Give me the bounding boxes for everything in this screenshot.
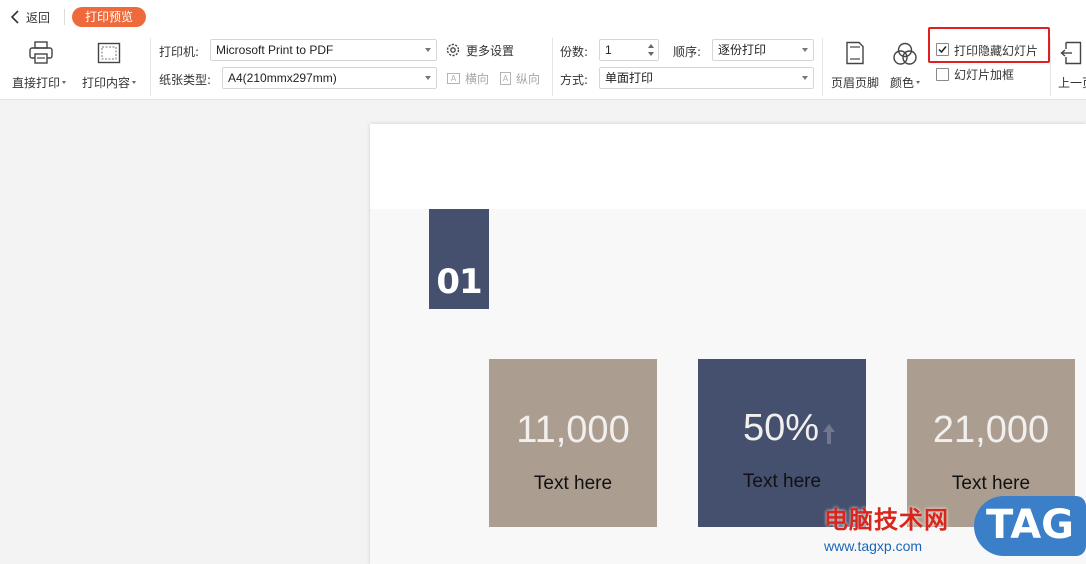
stat-caption: Text here bbox=[742, 471, 822, 492]
landscape-label: 横向 bbox=[465, 71, 490, 86]
stat-caption: Text here bbox=[533, 473, 613, 494]
gear-icon bbox=[446, 43, 460, 57]
color-circles-icon bbox=[893, 42, 917, 65]
paper-type-select[interactable]: A4(210mmx297mm) bbox=[222, 67, 437, 89]
method-label: 方式: bbox=[560, 73, 589, 87]
stat-tile-1: 11,000 Text here bbox=[489, 359, 657, 527]
portrait-label: 纵向 bbox=[516, 71, 541, 86]
watermark-logo-text: TAG bbox=[986, 502, 1074, 548]
method-value: 单面打印 bbox=[605, 71, 654, 85]
slide-frame-option[interactable]: 幻灯片加框 bbox=[936, 66, 1036, 84]
paper-type-label: 纸张类型: bbox=[159, 73, 212, 87]
order-value: 逐份打印 bbox=[718, 43, 767, 57]
stepper-up-icon[interactable] bbox=[648, 44, 654, 48]
printer-icon bbox=[29, 41, 53, 64]
dropdown-arrow-icon bbox=[802, 48, 808, 52]
print-content-label: 打印内容 bbox=[82, 76, 131, 90]
chevron-left-icon bbox=[10, 10, 19, 24]
header-footer-icon bbox=[846, 41, 864, 65]
portrait-icon: A bbox=[500, 71, 511, 85]
caret-down-icon bbox=[62, 80, 67, 84]
stat-value: 11,000 bbox=[516, 409, 630, 451]
landscape-button[interactable]: A 横向 bbox=[447, 69, 489, 87]
more-settings-button[interactable]: 更多设置 bbox=[445, 40, 514, 60]
watermark: 电脑技术网 www.tagxp.com TAG bbox=[820, 494, 1086, 564]
direct-print-button[interactable]: 直接打印 bbox=[8, 38, 74, 92]
divider bbox=[552, 38, 553, 96]
divider bbox=[822, 38, 823, 96]
landscape-icon: A bbox=[447, 72, 460, 84]
copies-label: 份数: bbox=[560, 45, 589, 59]
direct-print-label: 直接打印 bbox=[12, 76, 61, 90]
print-toolbar: 直接打印 打印内容 打印机: Microsoft Print to PDF 更多… bbox=[0, 27, 1086, 100]
watermark-site-name: 电脑技术网 bbox=[824, 506, 949, 534]
printer-label: 打印机: bbox=[159, 45, 200, 59]
section-number-block: 01 bbox=[429, 209, 489, 309]
divider bbox=[64, 9, 65, 25]
watermark-logo: TAG bbox=[974, 496, 1086, 556]
copies-stepper[interactable]: 1 bbox=[599, 39, 659, 61]
stat-value: 21,000 bbox=[932, 409, 1050, 451]
header-footer-label: 页眉页脚 bbox=[831, 76, 880, 90]
printer-value: Microsoft Print to PDF bbox=[216, 43, 334, 57]
prev-page-icon bbox=[1060, 41, 1082, 65]
print-preview-badge: 打印预览 bbox=[72, 7, 146, 27]
stat-caption: Text here bbox=[951, 473, 1031, 494]
dropdown-arrow-icon bbox=[425, 76, 431, 80]
more-settings-label: 更多设置 bbox=[466, 43, 515, 58]
slide-frame-checkbox[interactable] bbox=[936, 68, 949, 81]
up-arrow-icon bbox=[823, 424, 835, 444]
method-select[interactable]: 单面打印 bbox=[599, 67, 814, 89]
highlight-box bbox=[928, 27, 1050, 63]
header-footer-button[interactable]: 页眉页脚 bbox=[828, 38, 882, 92]
stat-value: 50% bbox=[742, 407, 820, 449]
caret-down-icon bbox=[916, 80, 921, 84]
back-button[interactable]: 返回 bbox=[10, 8, 50, 26]
print-preview-label: 打印预览 bbox=[84, 10, 133, 24]
prev-page-button[interactable]: 上一页 bbox=[1056, 38, 1086, 92]
divider bbox=[150, 38, 151, 96]
print-content-button[interactable]: 打印内容 bbox=[80, 38, 142, 92]
order-label: 顺序: bbox=[673, 45, 702, 59]
order-select[interactable]: 逐份打印 bbox=[712, 39, 814, 61]
copies-value: 1 bbox=[605, 43, 612, 57]
stepper-down-icon[interactable] bbox=[648, 52, 654, 56]
paper-type-value: A4(210mmx297mm) bbox=[228, 71, 337, 85]
portrait-button[interactable]: A 纵向 bbox=[500, 69, 540, 87]
divider bbox=[1050, 38, 1051, 96]
section-number: 01 bbox=[436, 262, 482, 302]
slide-frame-label: 幻灯片加框 bbox=[954, 68, 1015, 82]
caret-down-icon bbox=[132, 80, 137, 84]
printer-select[interactable]: Microsoft Print to PDF bbox=[210, 39, 437, 61]
watermark-url: www.tagxp.com bbox=[824, 538, 923, 554]
dropdown-arrow-icon bbox=[425, 48, 431, 52]
print-area-icon bbox=[97, 42, 121, 64]
back-label: 返回 bbox=[26, 10, 51, 25]
dropdown-arrow-icon bbox=[802, 76, 808, 80]
top-bar: 返回 打印预览 bbox=[0, 0, 1086, 34]
color-label: 颜色 bbox=[890, 76, 915, 90]
color-button[interactable]: 颜色 bbox=[886, 38, 926, 92]
prev-page-label: 上一页 bbox=[1058, 76, 1086, 90]
